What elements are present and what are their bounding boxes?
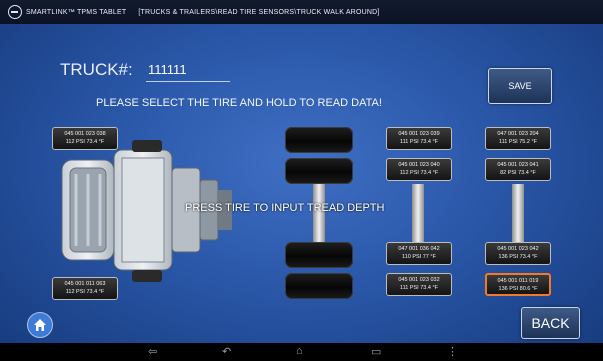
sensor-reading: 112 PSI 73.4 °F (65, 289, 105, 295)
sensor-id: 045 001 023 039 (398, 131, 440, 137)
tire-sensor-steer-left[interactable]: 045 001 023 038 112 PSI 73.4 °F (52, 127, 118, 150)
sensor-id: 045 001 023 042 (497, 246, 539, 252)
sensor-reading: 136 PSI 80.6 °F (498, 286, 538, 292)
sensor-id: 045 001 023 041 (497, 162, 539, 168)
sensor-reading: 112 PSI 73.4 °F (65, 139, 105, 145)
tire-sensor-drive2-right-outer[interactable]: 045 001 023 032 111 PSI 73.4 °F (386, 273, 452, 296)
sensor-reading: 136 PSI 73.4 °F (498, 254, 538, 260)
tire-drive1-right-inner[interactable] (285, 242, 353, 268)
tire-sensor-drive2-right-inner[interactable]: 047 001 036 042 110 PSI 77 °F (386, 242, 452, 265)
app-name: SMARTLINK™ TPMS TABLET (26, 8, 127, 16)
sensor-reading: 111 PSI 75.2 °F (498, 139, 538, 145)
sensor-id: 045 001 023 038 (64, 131, 106, 137)
tire-sensor-steer-right[interactable]: 045 001 011 063 112 PSI 73.4 °F (52, 277, 118, 300)
back-button[interactable]: BACK (521, 307, 580, 339)
android-nav-bar: ⇦ ↶ ⌂ ▭ ⋮ (0, 343, 603, 361)
nav-undo-icon[interactable]: ↶ (222, 345, 231, 358)
sensor-reading: 112 PSI 73.4 °F (399, 170, 439, 176)
instruction-text: PLEASE SELECT THE TIRE AND HOLD TO READ … (96, 97, 382, 109)
tire-drive1-right-outer[interactable] (285, 273, 353, 299)
tire-drive1-left-outer[interactable] (285, 127, 353, 153)
sensor-id: 045 001 011 019 (497, 278, 539, 284)
tire-sensor-drive3-right-outer-selected[interactable]: 045 001 011 019 136 PSI 80.6 °F (485, 273, 551, 296)
sensor-id: 047 001 036 042 (398, 246, 440, 252)
sensor-id: 045 001 023 040 (398, 162, 440, 168)
tire-sensor-drive2-left-inner[interactable]: 045 001 023 040 112 PSI 73.4 °F (386, 158, 452, 181)
axle-2 (412, 184, 424, 242)
truck-number-label: TRUCK#: (60, 60, 133, 79)
app-logo-icon (8, 5, 22, 19)
nav-home-icon[interactable]: ⌂ (296, 345, 303, 357)
tire-sensor-drive3-left-outer[interactable]: 047 001 023 204 111 PSI 75.2 °F (485, 127, 551, 150)
tire-sensor-drive2-left-outer[interactable]: 045 001 023 039 111 PSI 73.4 °F (386, 127, 452, 150)
title-bar: SMARTLINK™ TPMS TABLET [TRUCKS & TRAILER… (0, 0, 603, 24)
sensor-reading: 111 PSI 73.4 °F (399, 285, 439, 291)
tpms-screen: SMARTLINK™ TPMS TABLET [TRUCKS & TRAILER… (0, 0, 603, 361)
save-button[interactable]: SAVE (488, 68, 552, 104)
tire-sensor-drive3-right-inner[interactable]: 045 001 023 042 136 PSI 73.4 °F (485, 242, 551, 265)
home-icon (34, 319, 46, 331)
breadcrumb: [TRUCKS & TRAILERS\READ TIRE SENSORS\TRU… (138, 8, 380, 16)
tread-depth-hint: PRESS TIRE TO INPUT TREAD DEPTH (185, 202, 385, 214)
sensor-reading: 111 PSI 73.4 °F (399, 139, 439, 145)
sensor-id: 047 001 023 204 (497, 131, 539, 137)
truck-number-field[interactable]: 111111 (146, 60, 230, 82)
sensor-id: 045 001 011 063 (64, 281, 106, 287)
home-button[interactable] (27, 312, 53, 338)
nav-recents-icon[interactable]: ▭ (371, 345, 381, 358)
sensor-id: 045 001 023 032 (398, 277, 440, 283)
tire-drive1-left-inner[interactable] (285, 158, 353, 184)
nav-back-icon[interactable]: ⇦ (148, 345, 157, 358)
tire-sensor-drive3-left-inner[interactable]: 045 001 023 041 82 PSI 73.4 °F (485, 158, 551, 181)
sensor-reading: 82 PSI 73.4 °F (500, 170, 536, 176)
sensor-reading: 110 PSI 77 °F (402, 254, 436, 260)
axle-3 (512, 184, 524, 242)
nav-menu-icon[interactable]: ⋮ (447, 345, 458, 358)
